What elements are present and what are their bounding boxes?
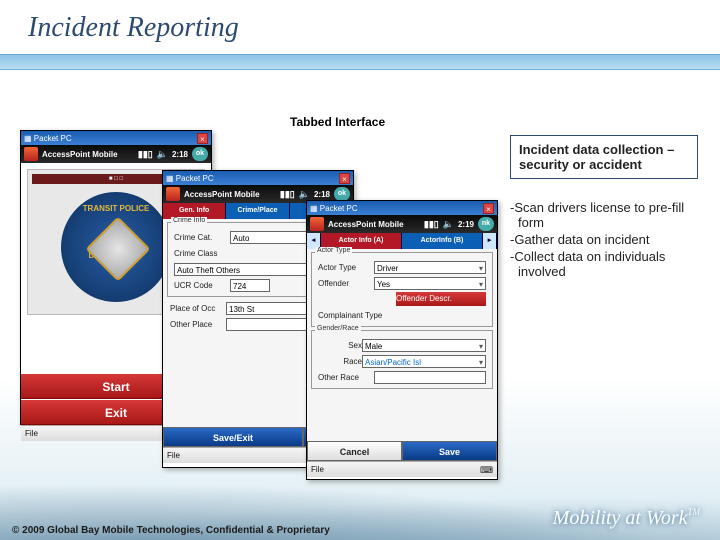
- window-titlebar: ▦ Packet PC ×: [21, 131, 211, 145]
- close-icon[interactable]: ×: [339, 173, 350, 184]
- badge-top-text: TRANSIT POLICE: [61, 204, 171, 213]
- offender-field[interactable]: Yes: [374, 277, 486, 290]
- file-menu[interactable]: File: [311, 462, 324, 477]
- close-icon[interactable]: ×: [483, 203, 494, 214]
- window-icon: ▦: [24, 134, 32, 143]
- group-crime-info: Crime Info: [171, 217, 207, 224]
- race-field[interactable]: Asian/Pacific Isl: [362, 355, 486, 368]
- start-flag-icon[interactable]: [24, 147, 38, 161]
- device-3: ▦ Packet PC × AccessPoint Mobile ▮▮▯ 🔈 2…: [306, 200, 498, 480]
- close-icon[interactable]: ×: [197, 133, 208, 144]
- ucr-field[interactable]: 724: [230, 279, 270, 292]
- other-race-field[interactable]: [374, 371, 486, 384]
- window-title: Packet PC: [34, 134, 72, 143]
- window-titlebar: ▦ Packet PC ×: [163, 171, 353, 185]
- tab-actor-info-b[interactable]: ActorInfo (B): [402, 233, 483, 249]
- sex-label: Sex: [318, 341, 362, 350]
- brand-logo: Mobility at WorkTM: [553, 507, 700, 530]
- bullet-item: Collect data on individuals involved: [510, 249, 698, 279]
- sex-field[interactable]: Male: [362, 339, 486, 352]
- sound-icon: 🔈: [299, 189, 310, 200]
- save-button[interactable]: Save: [402, 441, 497, 461]
- group-actor-type: Actor Type: [315, 247, 352, 254]
- sound-icon: 🔈: [157, 149, 168, 160]
- clock: 2:19: [458, 220, 474, 229]
- app-bar: AccessPoint Mobile ▮▮▯ 🔈 2:18 ok: [21, 145, 211, 163]
- other-place-label: Other Place: [170, 320, 226, 329]
- group-gender-race: Gender/Race: [315, 325, 361, 332]
- signal-icon: ▮▮▯: [424, 219, 439, 230]
- footer-copyright: © 2009 Global Bay Mobile Technologies, C…: [12, 525, 330, 536]
- file-menu[interactable]: File: [25, 426, 38, 441]
- keyboard-icon[interactable]: ⌨: [480, 462, 493, 477]
- save-exit-button[interactable]: Save/Exit: [163, 427, 303, 447]
- sound-icon: 🔈: [443, 219, 454, 230]
- app-title: AccessPoint Mobile: [184, 190, 260, 199]
- cancel-button[interactable]: Cancel: [307, 441, 402, 461]
- bullet-list: Scan drivers license to pre-fill form Ga…: [510, 200, 698, 281]
- clock: 2:18: [172, 150, 188, 159]
- actor-type-field[interactable]: Driver: [374, 261, 486, 274]
- window-title: Packet PC: [176, 174, 214, 183]
- summary-box: Incident data collection – security or a…: [510, 135, 698, 179]
- place-label: Place of Occ: [170, 304, 226, 313]
- window-titlebar: ▦ Packet PC ×: [307, 201, 497, 215]
- app-title: AccessPoint Mobile: [328, 220, 404, 229]
- page-title: Incident Reporting: [28, 12, 239, 44]
- ok-button[interactable]: ok: [192, 147, 208, 161]
- offender-label: Offender: [318, 279, 374, 288]
- race-label: Race: [318, 357, 362, 366]
- ok-button[interactable]: ok: [334, 187, 350, 201]
- ok-button[interactable]: nk: [478, 217, 494, 231]
- window-icon: ▦: [310, 204, 318, 213]
- other-race-label: Other Race: [318, 373, 374, 382]
- start-flag-icon[interactable]: [310, 217, 324, 231]
- menubar: File ⌨: [307, 461, 497, 477]
- badge-bottom-text: DEPARTMENT: [61, 251, 171, 260]
- crime-class-label: Crime Class: [174, 249, 230, 258]
- callout-tabbed-interface: Tabbed Interface: [290, 115, 385, 129]
- complainant-label: Complainant Type: [318, 311, 382, 320]
- tab-scroll-right[interactable]: ▸: [483, 233, 497, 249]
- signal-icon: ▮▮▯: [138, 149, 153, 160]
- ucr-label: UCR Code: [174, 281, 230, 290]
- start-flag-icon[interactable]: [166, 187, 180, 201]
- actor-type-label: Actor Type: [318, 263, 374, 272]
- file-menu[interactable]: File: [167, 448, 180, 463]
- tab-crime-place[interactable]: Crime/Place: [226, 203, 289, 219]
- crime-cat-label: Crime Cat.: [174, 233, 230, 242]
- transit-police-badge: TRANSIT POLICE DEPARTMENT: [61, 192, 171, 302]
- window-title: Packet PC: [320, 204, 358, 213]
- clock: 2:18: [314, 190, 330, 199]
- title-underline: [0, 54, 720, 70]
- offender-descr-button[interactable]: Offender Descr.: [396, 292, 486, 306]
- signal-icon: ▮▮▯: [280, 189, 295, 200]
- app-title: AccessPoint Mobile: [42, 150, 118, 159]
- bullet-item: Scan drivers license to pre-fill form: [510, 200, 698, 230]
- window-icon: ▦: [166, 174, 174, 183]
- app-bar: AccessPoint Mobile ▮▮▯ 🔈 2:19 nk: [307, 215, 497, 233]
- bullet-item: Gather data on incident: [510, 232, 698, 247]
